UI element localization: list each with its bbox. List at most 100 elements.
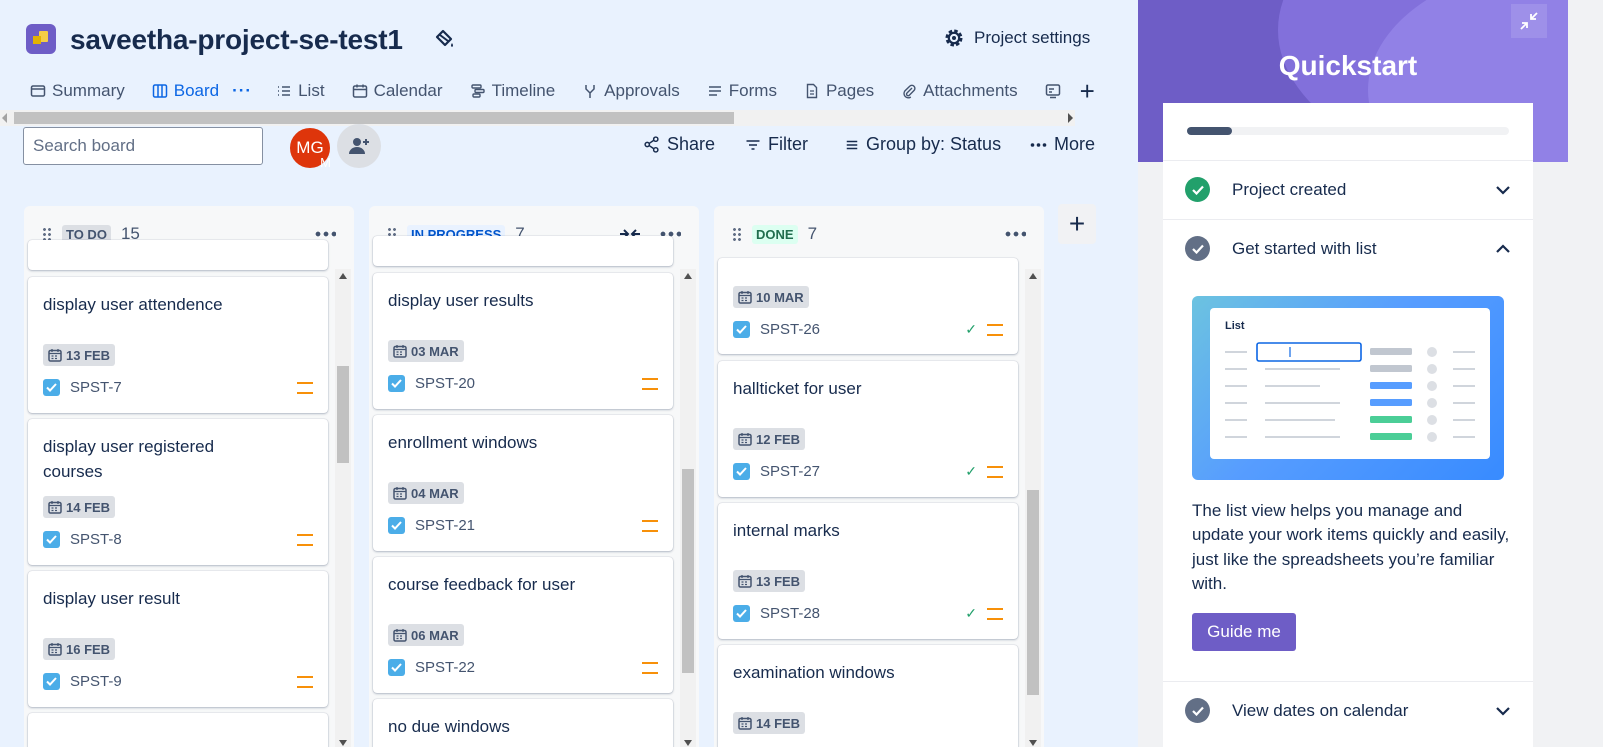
share-button[interactable]: Share	[643, 134, 715, 155]
group-by-button[interactable]: Group by: Status	[845, 134, 1001, 155]
tab-forms[interactable]: Forms	[707, 76, 777, 106]
scroll-down-arrow-icon[interactable]	[339, 740, 347, 746]
issue-card[interactable]: course feedback for user 06 MAR SPST-22	[373, 557, 673, 693]
scroll-up-arrow-icon[interactable]	[339, 273, 347, 279]
tab-summary-label: Summary	[52, 81, 125, 100]
card-footer: SPST-20	[388, 372, 658, 394]
due-date: 13 FEB	[756, 573, 801, 589]
filter-button[interactable]: Filter	[745, 134, 808, 155]
issue-card[interactable]: 10 MAR SPST-26 ✓	[718, 258, 1018, 354]
board-view-icon	[1045, 84, 1060, 99]
horizontal-scroll-thumb[interactable]	[14, 112, 734, 124]
scroll-down-arrow-icon[interactable]	[1029, 740, 1037, 746]
drag-handle-icon[interactable]	[732, 227, 742, 241]
step-view-dates-on-calendar[interactable]: View dates on calendar	[1163, 681, 1533, 739]
tab-timeline[interactable]: Timeline	[470, 76, 555, 106]
issue-key[interactable]: SPST-26	[760, 321, 820, 338]
paint-bucket-icon[interactable]	[432, 28, 456, 52]
card-partial-bottom[interactable]	[28, 713, 328, 747]
panel-scrollbar[interactable]	[1592, 0, 1600, 747]
tab-pages[interactable]: Pages	[804, 76, 874, 106]
due-date-badge: 13 FEB	[43, 344, 116, 366]
step-get-started-with-list[interactable]: Get started with list	[1163, 219, 1533, 277]
search-input[interactable]	[33, 136, 254, 156]
issue-key[interactable]: SPST-21	[415, 517, 475, 534]
share-icon	[644, 136, 659, 153]
scroll-left-arrow-icon[interactable]	[2, 113, 7, 123]
drag-handle-icon[interactable]	[42, 227, 52, 241]
project-settings-button[interactable]: Project settings	[942, 26, 1090, 50]
add-people-button[interactable]	[337, 124, 381, 168]
step-project-created[interactable]: Project created	[1163, 160, 1533, 218]
issue-card[interactable]: display user result 16 FEB SPST-9	[28, 571, 328, 707]
issue-key[interactable]: SPST-9	[70, 673, 122, 690]
tab-overflow[interactable]	[1045, 76, 1061, 106]
column-header[interactable]: DONE 7	[714, 206, 1044, 262]
issue-card[interactable]: display user attendence 13 FEB SPST-7	[28, 277, 328, 413]
minimize-button[interactable]	[1511, 4, 1547, 38]
guide-me-button[interactable]: Guide me	[1192, 613, 1296, 651]
add-column-button[interactable]: +	[1058, 204, 1096, 244]
issue-key[interactable]: SPST-7	[70, 379, 122, 396]
card-partial-top[interactable]	[373, 236, 673, 266]
tab-board[interactable]: Board	[151, 76, 220, 112]
step-complete-icon	[1185, 177, 1210, 202]
add-tab-button[interactable]: +	[1080, 78, 1095, 104]
issue-card[interactable]: no due windows	[373, 699, 673, 747]
step-pending-icon	[1185, 698, 1210, 723]
card-partial-top[interactable]	[28, 240, 328, 270]
project-avatar-icon[interactable]	[26, 24, 56, 54]
tab-calendar[interactable]: Calendar	[352, 76, 443, 106]
quickstart-title: Quickstart	[1278, 50, 1418, 81]
card-footer: SPST-7	[43, 376, 313, 398]
tab-approvals[interactable]: Approvals	[582, 76, 680, 106]
horizontal-scrollbar[interactable]	[0, 110, 1075, 126]
done-check-icon: ✓	[965, 320, 977, 337]
issue-card[interactable]: hallticket for user 12 FEB SPST-27 ✓	[718, 361, 1018, 497]
more-icon	[1030, 142, 1047, 147]
quickstart-panel: Quickstart Project created Get started w…	[1138, 0, 1603, 747]
tab-attachments[interactable]: Attachments	[901, 76, 1018, 106]
column-scrollbar[interactable]	[1025, 269, 1041, 747]
issue-card[interactable]: display user registered courses 14 FEB S…	[28, 419, 328, 565]
due-date-badge: 10 MAR	[733, 286, 809, 308]
due-date: 16 FEB	[66, 641, 111, 657]
calendar-icon	[738, 433, 752, 446]
due-date-badge: 04 MAR	[388, 482, 464, 504]
avatar[interactable]: MG M	[288, 126, 332, 170]
scroll-up-arrow-icon[interactable]	[684, 273, 692, 279]
issue-key[interactable]: SPST-20	[415, 375, 475, 392]
column-scroll-thumb[interactable]	[1027, 490, 1039, 695]
group-by-label: Group by: Status	[866, 134, 1002, 154]
column-scroll-thumb[interactable]	[682, 469, 694, 673]
issue-card[interactable]: display user results 03 MAR SPST-20	[373, 273, 673, 409]
tab-more-actions-button[interactable]: ···	[232, 81, 252, 101]
column-todo: TO DO 15 display user attendence 13 FEB …	[24, 206, 354, 747]
column-scrollbar[interactable]	[680, 269, 696, 747]
issue-card[interactable]: examination windows 14 FEB	[718, 645, 1018, 747]
issue-card[interactable]: enrollment windows 04 MAR SPST-21	[373, 415, 673, 551]
calendar-icon	[48, 349, 62, 362]
issue-key[interactable]: SPST-27	[760, 463, 820, 480]
task-type-icon	[388, 374, 405, 392]
tab-list[interactable]: List	[276, 76, 325, 106]
due-date-badge: 03 MAR	[388, 340, 464, 362]
tab-summary[interactable]: Summary	[30, 76, 125, 106]
due-date: 04 MAR	[411, 485, 459, 501]
column-more-icon[interactable]	[1004, 224, 1026, 244]
minimize-icon	[1520, 12, 1538, 30]
column-scroll-thumb[interactable]	[337, 366, 349, 463]
issue-card[interactable]: internal marks 13 FEB SPST-28 ✓	[718, 503, 1018, 639]
issue-key[interactable]: SPST-22	[415, 659, 475, 676]
scroll-down-arrow-icon[interactable]	[684, 740, 692, 746]
issue-key[interactable]: SPST-28	[760, 605, 820, 622]
search-board-field[interactable]	[23, 127, 263, 165]
chevron-down-icon	[1496, 185, 1510, 195]
scroll-up-arrow-icon[interactable]	[1029, 273, 1037, 279]
issue-count: 7	[807, 224, 818, 243]
project-settings-label: Project settings	[974, 28, 1091, 47]
more-button[interactable]: More	[1030, 134, 1095, 155]
scroll-right-arrow-icon[interactable]	[1068, 113, 1073, 123]
issue-key[interactable]: SPST-8	[70, 531, 122, 548]
column-scrollbar[interactable]	[335, 269, 351, 747]
